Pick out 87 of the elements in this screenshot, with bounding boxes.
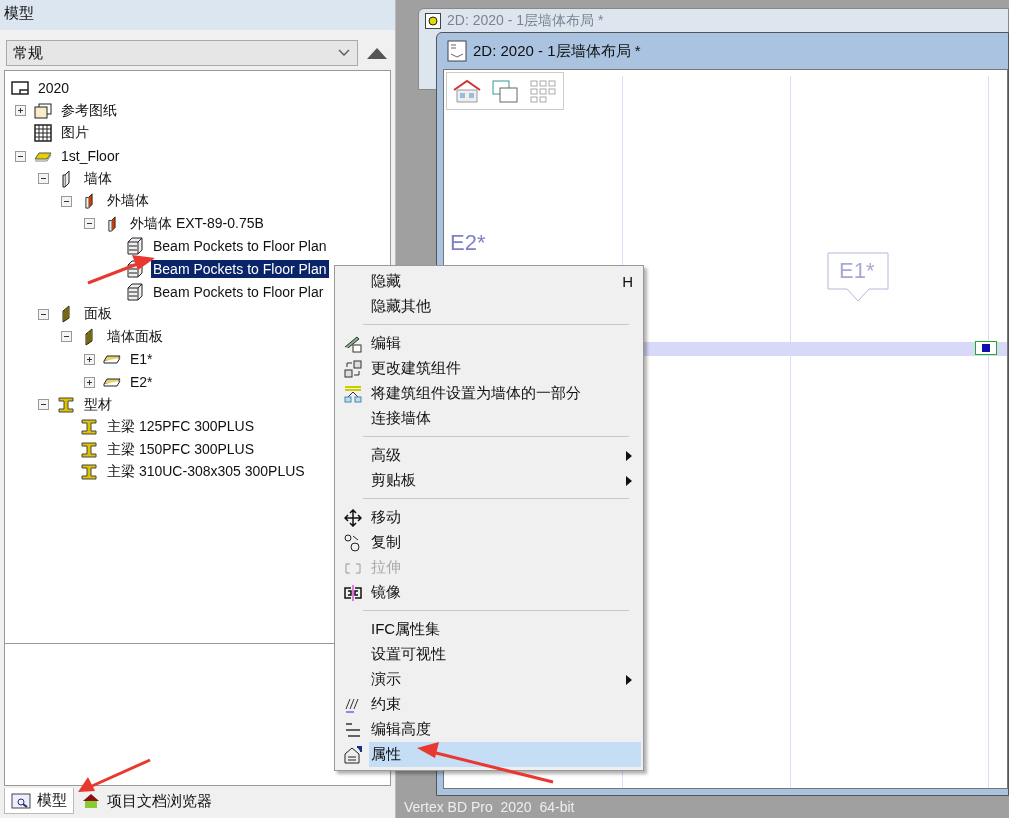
collapse-icon[interactable] [84,218,95,230]
expand-icon[interactable] [84,353,95,365]
panel-tab[interactable]: 项目文档浏览器 [74,788,219,814]
menu-item[interactable]: 演示 [369,667,641,692]
house-icon[interactable] [453,78,481,104]
menu-item[interactable]: 设置可视性 [369,642,641,667]
tree-item[interactable]: Beam Pockets to Floor Plar [151,282,326,301]
collapse-icon[interactable] [61,331,72,343]
wall-icon [108,214,116,233]
menu-item[interactable]: 高级 [369,443,641,468]
expand-icon[interactable] [15,105,26,117]
menu-item[interactable]: 连接墙体 [369,406,641,431]
tree-item[interactable]: 图片 [59,123,91,144]
sheets-icon [34,101,52,120]
collapse-icon[interactable] [38,173,49,185]
tree-item[interactable]: 外墙体 [105,191,151,212]
menu-item[interactable]: 编辑 [369,331,641,356]
annotation-arrow [87,255,155,285]
expand-icon[interactable] [84,376,95,388]
panel-icon [62,305,70,324]
menu-item[interactable]: 复制 [369,530,641,555]
move-icon [344,508,362,527]
layers-icon [344,384,362,403]
tree-item[interactable]: 参考图纸 [59,100,119,121]
tree-item[interactable]: 2020 [36,79,72,98]
tree-item[interactable]: 型材 [82,394,114,415]
tree-item[interactable]: Beam Pockets to Floor Plan [151,237,329,256]
tree-item[interactable]: Beam Pockets to Floor Plan [151,260,329,279]
cabinet-icon [126,237,144,256]
swap-icon [344,359,362,378]
menu-item[interactable]: 隐藏 H [369,269,641,294]
panel-marker-icon [827,252,889,304]
drawing-icon [425,13,441,29]
collapse-icon[interactable] [38,399,49,411]
wall-icon [85,192,93,211]
cabinet-icon [126,282,144,301]
menu-item[interactable]: 约束 [369,692,641,717]
window-title: 2D: 2020 - 1层墙体布局 * [447,12,604,30]
panel-tab[interactable]: 模型 [4,788,74,814]
menu-item[interactable]: 将建筑组件设置为墙体的一部分 [369,381,641,406]
i-beam-icon [80,463,98,482]
shortcut-text: H [622,273,633,290]
tree-item[interactable]: E1* [128,350,155,369]
properties-icon [344,745,362,764]
menu-item[interactable]: 隐藏其他 [369,294,641,319]
mirror-icon [344,583,362,602]
tree-item[interactable]: 面板 [82,304,114,325]
collapse-up-icon[interactable] [366,46,388,60]
i-beam-icon [80,440,98,459]
menu-item[interactable]: 更改建筑组件 [369,356,641,381]
collapse-icon[interactable] [61,195,72,207]
collapse-icon[interactable] [38,308,49,320]
i-beam-icon [57,395,75,414]
tree-item[interactable]: 主梁 125PFC 300PLUS [105,417,257,438]
tree-item[interactable]: 墙体 [82,168,114,189]
grid-icon [34,124,52,143]
menu-item[interactable]: 镜像 [369,580,641,605]
height-icon [344,720,362,739]
chevron-down-icon[interactable] [337,48,351,58]
menu-item[interactable]: 移动 [369,505,641,530]
house-icon [81,792,101,810]
level-icon [11,79,29,98]
copy-icon [344,533,362,552]
menu-item[interactable]: 属性 [369,742,641,767]
i-beam-icon [80,418,98,437]
filter-dropdown[interactable]: 常规 [6,40,358,66]
tree-item[interactable]: 墙体面板 [105,326,165,347]
menu-item[interactable]: IFC属性集 [369,617,641,642]
tree-item[interactable]: 外墙体 EXT-89-0.75B [128,213,266,234]
drawing-icon [447,40,467,62]
grip-handle[interactable] [975,341,997,355]
tree-item[interactable]: 主梁 150PFC 300PLUS [105,439,257,460]
pencil-icon [344,334,362,353]
tree-item[interactable]: 主梁 310UC-308x305 300PLUS [105,462,307,483]
panel-label: E1* [839,258,875,284]
panel-label: E2* [450,230,486,256]
window-title: 2D: 2020 - 1层墙体布局 * [473,41,641,61]
menu-item[interactable]: 剪贴板 [369,468,641,493]
collapse-icon[interactable] [15,150,26,162]
wall-icon [62,169,70,188]
tree-item[interactable]: E2* [128,373,155,391]
tree-item[interactable]: 1st_Floor [59,147,122,166]
status-text: Vertex BD Pro 2020 64-bit [404,799,575,815]
panel-icon [85,327,93,346]
panel-title: 模型 [0,0,395,30]
menu-item[interactable]: 编辑高度 [369,717,641,742]
model-icon [11,791,31,810]
